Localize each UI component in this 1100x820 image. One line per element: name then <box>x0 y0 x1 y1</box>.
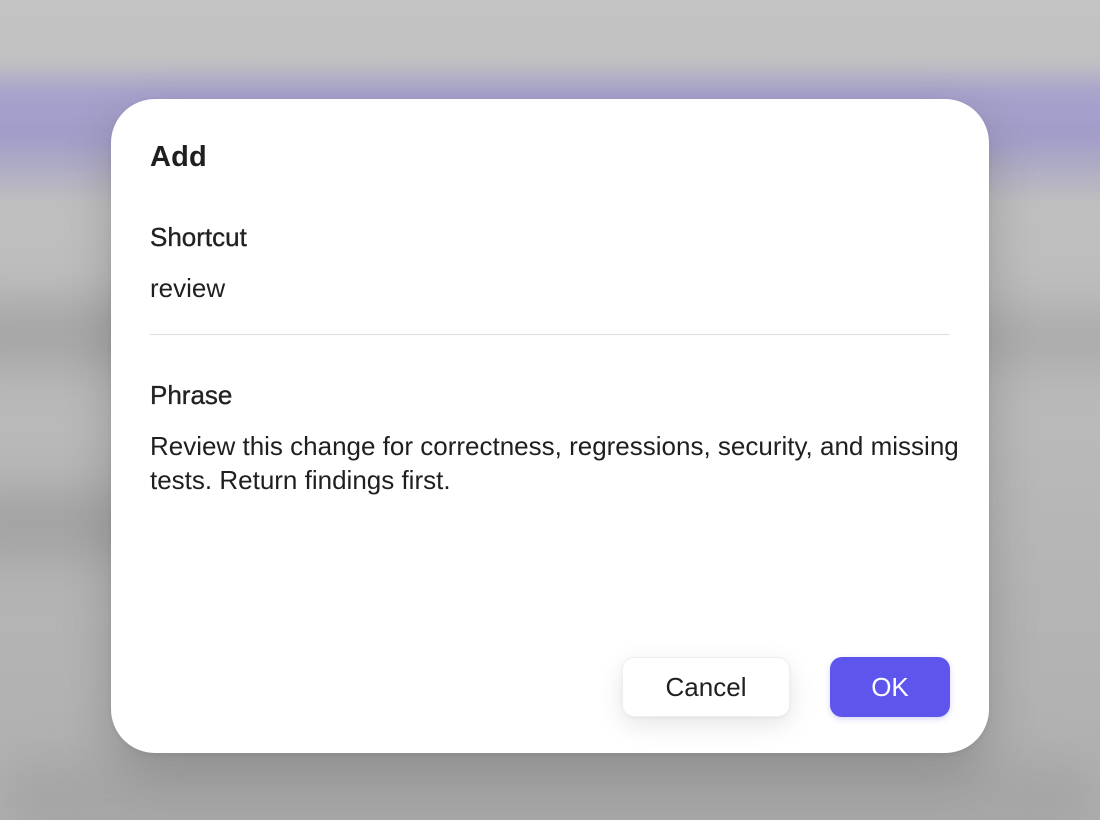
add-shortcut-dialog: Add Shortcut Phrase Review this change f… <box>111 99 989 753</box>
cancel-button[interactable]: Cancel <box>622 657 790 717</box>
dialog-title: Add <box>150 141 207 173</box>
phrase-label: Phrase <box>150 380 233 410</box>
shortcut-label: Shortcut <box>150 222 247 252</box>
background-blur-shape <box>0 760 1100 820</box>
phrase-input[interactable]: Review this change for correctness, regr… <box>150 429 960 629</box>
ok-button[interactable]: OK <box>830 657 950 717</box>
shortcut-input[interactable] <box>150 269 950 335</box>
